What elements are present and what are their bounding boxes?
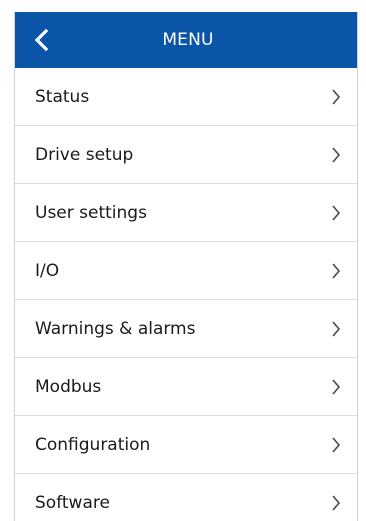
- menu-item-io[interactable]: I/O: [15, 242, 357, 300]
- menu-item-label: Software: [35, 493, 110, 513]
- menu-item-drive-setup[interactable]: Drive setup: [15, 126, 357, 184]
- chevron-right-icon: [329, 436, 343, 454]
- menu-item-status[interactable]: Status: [15, 68, 357, 126]
- menu-item-user-settings[interactable]: User settings: [15, 184, 357, 242]
- page-title: MENU: [162, 30, 214, 50]
- menu-item-modbus[interactable]: Modbus: [15, 358, 357, 416]
- menu-item-label: Drive setup: [35, 144, 134, 165]
- chevron-right-icon: [329, 320, 343, 338]
- chevron-right-icon: [329, 494, 343, 512]
- menu-item-label: User settings: [35, 202, 147, 223]
- menu-item-warnings-alarms[interactable]: Warnings & alarms: [15, 300, 357, 358]
- chevron-right-icon: [329, 204, 343, 222]
- back-button[interactable]: [21, 20, 61, 60]
- menu-item-label: Modbus: [35, 376, 102, 397]
- chevron-right-icon: [329, 146, 343, 164]
- menu-item-label: I/O: [35, 260, 60, 281]
- menu-item-label: Configuration: [35, 434, 151, 455]
- menu-list: Status Drive setup User settings I/O War…: [15, 68, 357, 521]
- menu-item-label: Status: [35, 86, 90, 107]
- menu-item-label: Warnings & alarms: [35, 318, 196, 339]
- chevron-right-icon: [329, 88, 343, 106]
- menu-panel: MENU Status Drive setup User settings I/…: [14, 12, 358, 521]
- chevron-right-icon: [329, 262, 343, 280]
- chevron-right-icon: [329, 378, 343, 396]
- menu-item-software[interactable]: Software: [15, 474, 357, 521]
- device-screen: MENU Status Drive setup User settings I/…: [0, 0, 366, 521]
- header-bar: MENU: [15, 12, 357, 68]
- chevron-left-icon: [32, 28, 50, 52]
- menu-item-configuration[interactable]: Configuration: [15, 416, 357, 474]
